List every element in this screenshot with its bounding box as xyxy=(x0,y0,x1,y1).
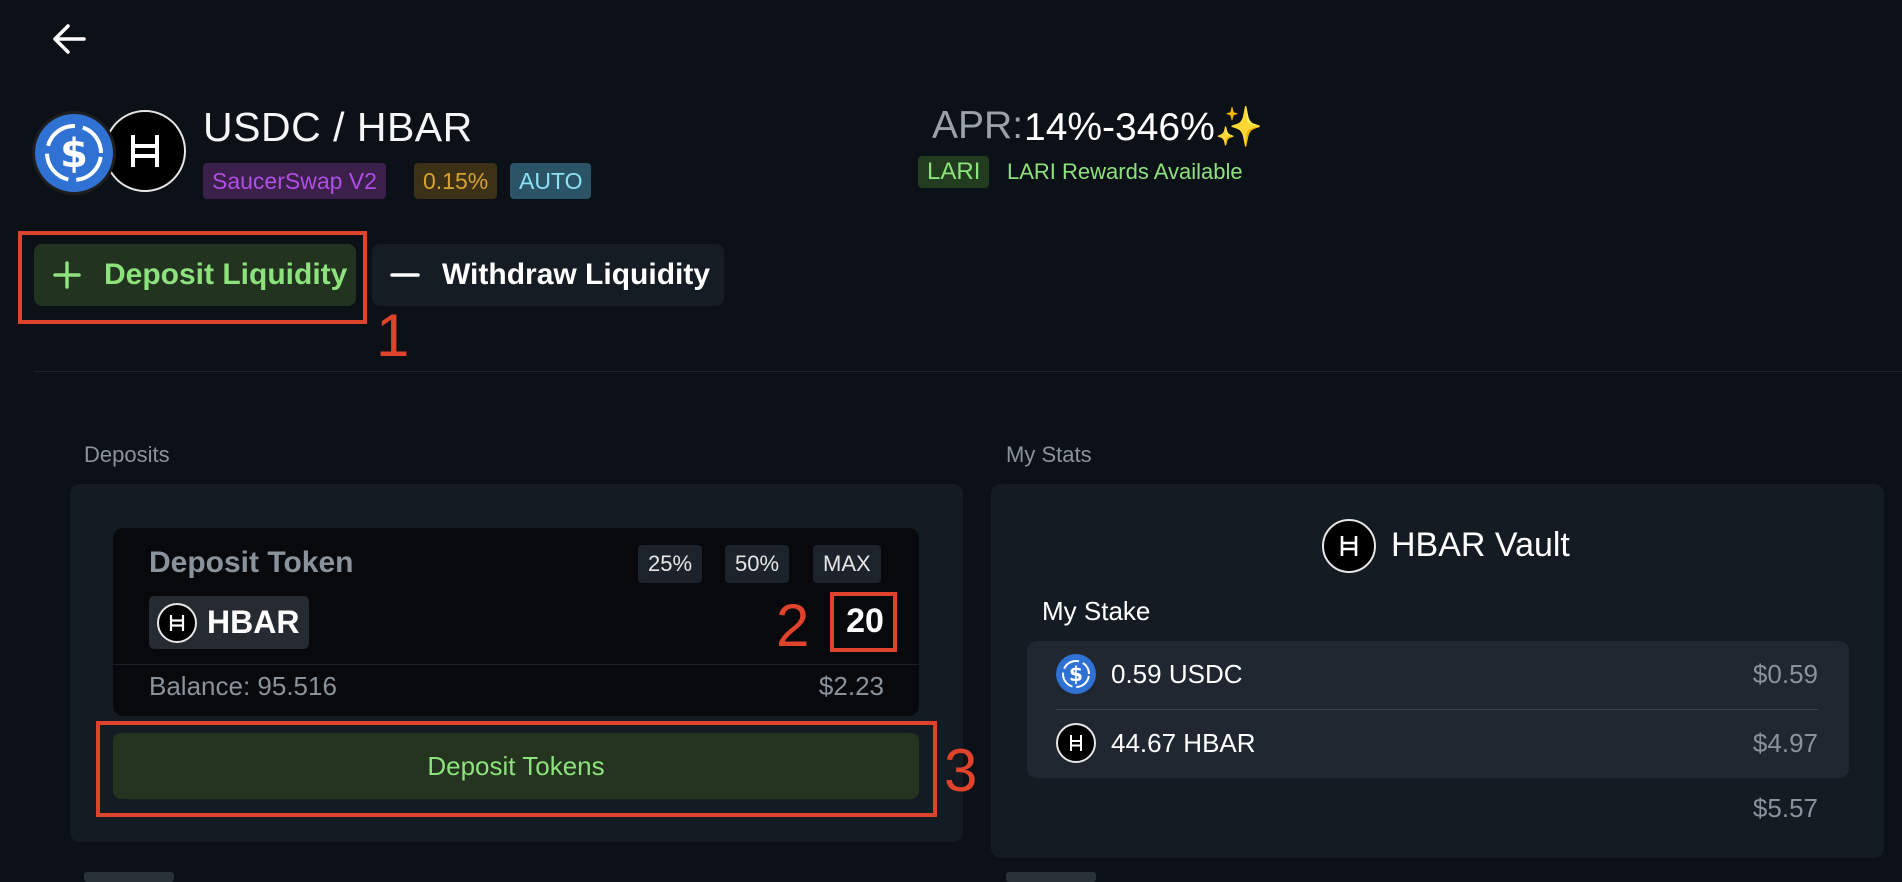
hbar-icon xyxy=(1056,723,1096,763)
lari-badge: LARI xyxy=(918,156,990,188)
stake-row: 44.67 HBAR $4.97 xyxy=(1056,721,1818,765)
stake-row: $ 0.59 USDC $0.59 xyxy=(1056,652,1818,696)
back-arrow-icon[interactable] xyxy=(50,22,90,56)
rewards-text: LARI Rewards Available xyxy=(1007,159,1243,184)
usdc-icon: $ xyxy=(1056,654,1096,694)
max-button[interactable]: MAX xyxy=(813,545,881,583)
divider xyxy=(34,371,1902,372)
token-selector[interactable]: HBAR xyxy=(149,596,309,649)
pct-25-button[interactable]: 25% xyxy=(638,545,703,583)
dex-badge: SaucerSwap V2 xyxy=(203,163,386,199)
next-section-label xyxy=(84,872,174,882)
stake-divider xyxy=(1056,709,1818,710)
annotation-box-1 xyxy=(18,231,367,324)
hbar-icon xyxy=(104,110,186,192)
withdraw-liquidity-button[interactable]: Withdraw Liquidity xyxy=(372,244,724,306)
deposits-section-label: Deposits xyxy=(84,442,170,467)
stake-total: $5.57 xyxy=(1752,793,1818,823)
annotation-box-2 xyxy=(830,592,897,652)
stake-amount: 44.67 HBAR xyxy=(1111,727,1256,758)
stake-usd: $0.59 xyxy=(1752,658,1818,689)
svg-text:$: $ xyxy=(1069,662,1083,686)
hbar-icon xyxy=(157,602,197,643)
fee-badge: 0.15% xyxy=(414,163,498,199)
svg-text:$: $ xyxy=(60,131,88,177)
apr-value: 14%-346%✨ xyxy=(1024,106,1264,149)
usd-value: $2.23 xyxy=(818,671,884,701)
annotation-number-3: 3 xyxy=(944,737,978,804)
balance-text: Balance: 95.516 xyxy=(149,671,337,701)
card-divider xyxy=(113,664,919,665)
mode-badge: AUTO xyxy=(510,163,592,199)
next-section-label xyxy=(1006,872,1096,882)
my-stake-label: My Stake xyxy=(1042,596,1151,626)
deposit-token-label: Deposit Token xyxy=(149,546,354,579)
usdc-icon: $ xyxy=(32,111,116,195)
token-symbol: HBAR xyxy=(207,604,300,640)
stake-usd: $4.97 xyxy=(1752,727,1818,758)
stats-section-label: My Stats xyxy=(1006,442,1092,467)
annotation-number-1: 1 xyxy=(376,302,410,369)
annotation-number-2: 2 xyxy=(776,592,810,659)
stake-amount: 0.59 USDC xyxy=(1111,658,1243,689)
annotation-box-3 xyxy=(96,721,937,817)
apr-label: APR: xyxy=(932,104,1024,147)
pair-title: USDC / HBAR xyxy=(203,104,473,150)
pct-50-button[interactable]: 50% xyxy=(725,545,790,583)
hbar-icon xyxy=(1322,519,1376,573)
vault-title: HBAR Vault xyxy=(1391,526,1570,564)
withdraw-liquidity-label: Withdraw Liquidity xyxy=(442,258,711,291)
minus-icon xyxy=(390,273,420,277)
